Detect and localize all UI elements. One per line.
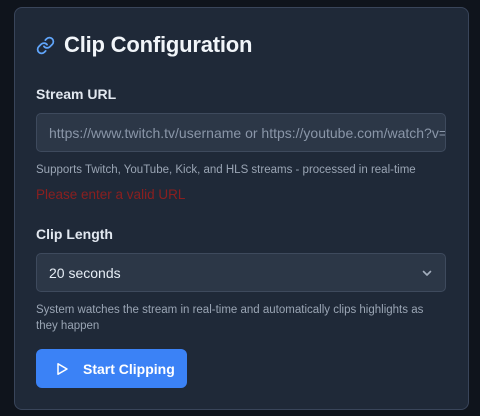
card-header: Clip Configuration — [36, 32, 252, 58]
stream-url-hint: Supports Twitch, YouTube, Kick, and HLS … — [36, 164, 416, 176]
clip-length-label: Clip Length — [36, 226, 113, 242]
clip-length-hint: System watches the stream in real-time a… — [36, 304, 424, 332]
stream-url-label: Stream URL — [36, 86, 117, 102]
start-clipping-label: Start Clipping — [83, 360, 175, 377]
chevron-down-icon — [422, 270, 432, 276]
stream-url-input[interactable]: https://www.twitch.tv/username or https:… — [36, 113, 446, 152]
clip-length-select[interactable]: 20 seconds — [36, 253, 446, 292]
start-clipping-button[interactable]: Start Clipping — [36, 349, 187, 388]
clip-configuration-card: Clip Configuration Stream URL https://ww… — [14, 7, 469, 410]
page-title: Clip Configuration — [64, 32, 253, 57]
clip-length-value: 20 seconds — [49, 264, 121, 281]
stream-url-error: Please enter a valid URL — [36, 187, 186, 202]
link-icon — [36, 36, 55, 54]
play-icon — [57, 362, 68, 375]
stream-url-placeholder: https://www.twitch.tv/username or https:… — [49, 124, 446, 141]
